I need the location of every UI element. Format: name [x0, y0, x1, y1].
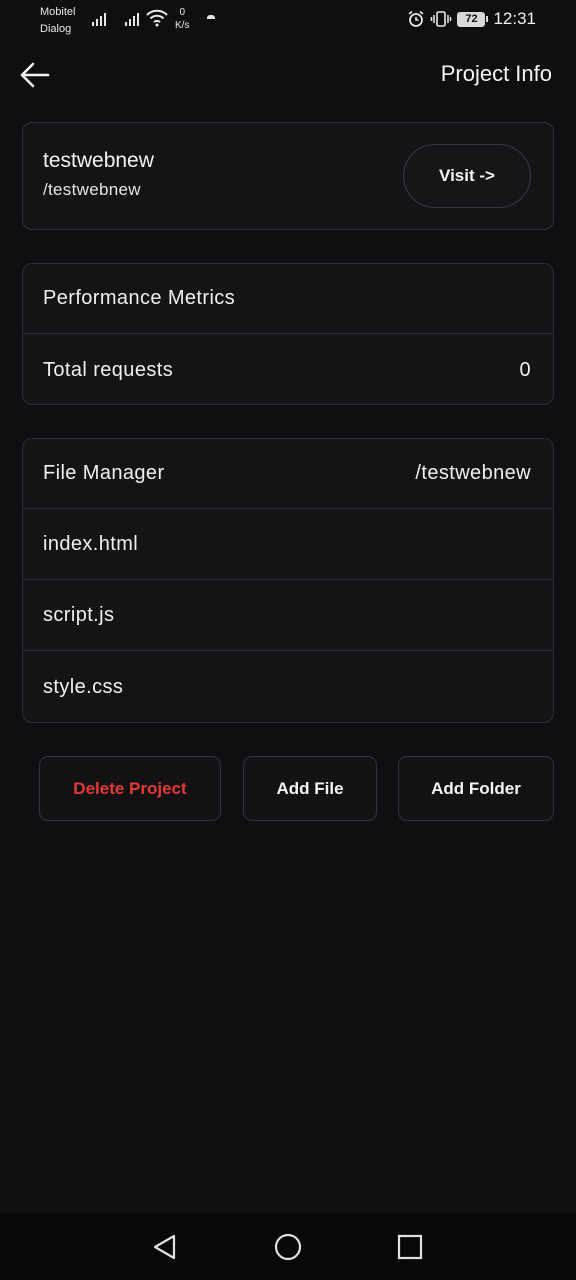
network-speed: 0 K/s — [175, 6, 189, 32]
file-name: style.css — [43, 675, 124, 698]
battery-level: 72 — [457, 11, 486, 27]
alarm-icon — [408, 10, 424, 27]
wifi-icon — [146, 9, 168, 27]
status-right: 72 12:31 — [407, 9, 536, 29]
metric-value: 0 — [519, 358, 531, 381]
file-item[interactable]: style.css — [23, 652, 553, 722]
visit-button[interactable]: Visit -> — [403, 144, 531, 208]
file-manager-title: File Manager — [43, 462, 165, 484]
carrier-1: Mobitel — [40, 6, 76, 18]
vibrate-icon — [431, 11, 452, 27]
metric-label: Total requests — [43, 358, 174, 381]
file-manager-path: /testwebnew — [415, 462, 531, 484]
nav-home-icon[interactable] — [273, 1232, 303, 1262]
back-arrow-icon[interactable] — [18, 58, 52, 92]
notification-icon — [207, 15, 215, 19]
metrics-header: Performance Metrics — [23, 264, 553, 334]
file-item[interactable]: index.html — [23, 510, 553, 580]
battery-indicator: 72 — [457, 11, 489, 27]
performance-metrics-card: Performance Metrics Total requests 0 — [22, 263, 554, 405]
carrier-labels: Mobitel Dialog — [40, 4, 75, 38]
file-name: index.html — [43, 533, 139, 555]
nav-recents-icon[interactable] — [395, 1232, 425, 1262]
file-name: script.js — [43, 604, 115, 626]
clock: 12:31 — [493, 9, 536, 28]
speed-unit: K/s — [175, 20, 190, 31]
navigation-bar — [0, 1214, 576, 1280]
project-name: testwebnew — [43, 149, 154, 172]
project-path: /testwebnew — [43, 180, 141, 199]
metrics-title: Performance Metrics — [43, 287, 236, 309]
add-folder-button[interactable]: Add Folder — [398, 756, 554, 821]
signal-icon — [125, 12, 139, 26]
status-bar: Mobitel Dialog 0 K/s 72 12:31 — [0, 0, 576, 40]
project-card: testwebnew /testwebnew Visit -> — [22, 122, 554, 230]
file-manager-card: File Manager /testwebnew index.html scri… — [22, 438, 554, 723]
carrier-2: Dialog — [40, 23, 72, 35]
page-title: Project Info — [440, 61, 552, 86]
speed-value: 0 — [179, 7, 185, 18]
metric-row: Total requests 0 — [23, 335, 553, 405]
signal-icon — [92, 12, 106, 26]
add-file-button[interactable]: Add File — [243, 756, 377, 821]
file-manager-header: File Manager /testwebnew — [23, 439, 553, 509]
file-item[interactable]: script.js — [23, 581, 553, 651]
delete-project-button[interactable]: Delete Project — [39, 756, 221, 821]
screen: Mobitel Dialog 0 K/s 72 12:31 Project In… — [0, 0, 576, 1280]
battery-tip — [486, 16, 489, 22]
nav-back-icon[interactable] — [150, 1232, 180, 1262]
